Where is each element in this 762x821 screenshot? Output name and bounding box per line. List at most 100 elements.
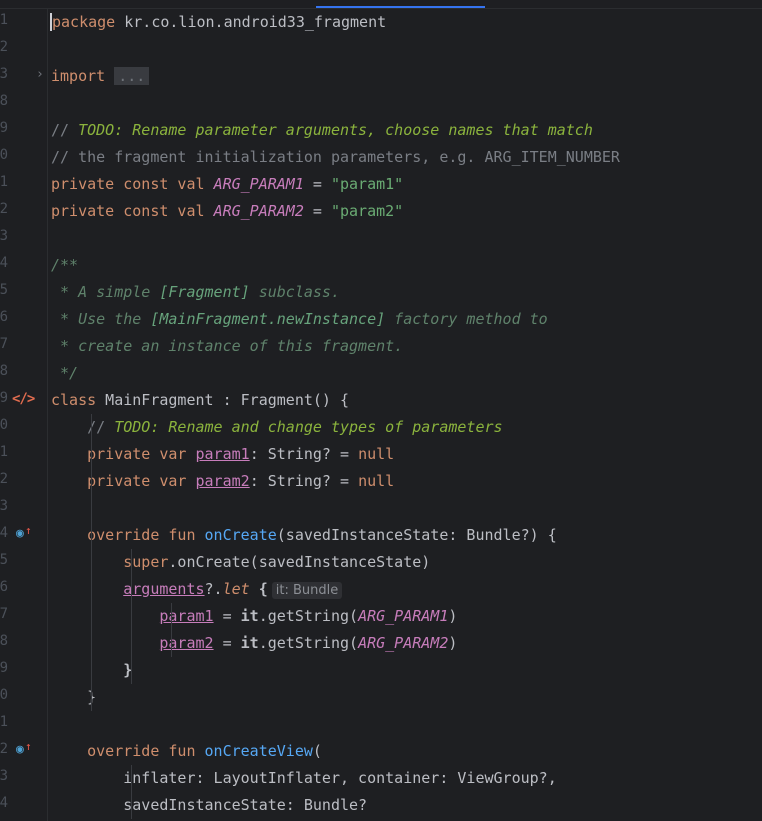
code-line[interactable]: 21 private var param1: String? = null (0, 441, 762, 468)
code-line[interactable]: 12 private const val ARG_PARAM2 = "param2… (0, 198, 762, 225)
code-line[interactable]: 29 } (0, 657, 762, 684)
code-line[interactable]: 31 (0, 711, 762, 738)
code-text[interactable]: param2 = it.getString(ARG_PARAM2) (51, 633, 457, 653)
line-number[interactable]: 28 (0, 633, 8, 649)
code-line[interactable]: 13 (0, 225, 762, 252)
line-number[interactable]: 26 (0, 579, 8, 595)
code-line[interactable]: 30 } (0, 684, 762, 711)
code-text[interactable]: override fun onCreate(savedInstanceState… (51, 525, 557, 545)
line-number[interactable]: 24 (0, 525, 8, 541)
code-line[interactable]: 3 › import ... (0, 63, 762, 90)
line-number[interactable]: 9 (0, 120, 8, 136)
line-number[interactable]: 8 (0, 93, 8, 109)
line-number[interactable]: 18 (0, 363, 8, 379)
line-number[interactable]: 3 (0, 66, 8, 82)
code-text[interactable]: private var param1: String? = null (51, 444, 394, 464)
line-number[interactable]: 21 (0, 444, 8, 460)
code-text[interactable]: package kr.co.lion.android33_fragment (50, 12, 386, 32)
code-line[interactable]: 28 param2 = it.getString(ARG_PARAM2) (0, 630, 762, 657)
code-token: "param2" (330, 202, 404, 220)
code-line[interactable]: 23 (0, 495, 762, 522)
code-text[interactable]: // the fragment initialization parameter… (51, 147, 620, 167)
line-number[interactable]: 25 (0, 552, 8, 568)
code-line[interactable]: 25 super.onCreate(savedInstanceState) (0, 549, 762, 576)
code-text[interactable]: * Use the [MainFragment.newInstance] fac… (51, 309, 548, 329)
code-line[interactable]: 2 (0, 36, 762, 63)
code-token: */ (51, 364, 79, 382)
line-number[interactable]: 2 (0, 39, 8, 55)
indent-guide (131, 765, 132, 819)
line-number[interactable]: 19 (0, 390, 8, 406)
line-number[interactable]: 11 (0, 174, 8, 190)
line-number[interactable]: 32 (0, 741, 8, 757)
code-editor[interactable]: 1 package kr.co.lion.android33_fragment 2 3… (0, 0, 762, 821)
code-text[interactable]: } (51, 687, 96, 707)
override-method-icon[interactable]: ◉ ↑ (16, 740, 34, 759)
code-text[interactable]: import ... (51, 66, 150, 86)
code-line[interactable]: 27 param1 = it.getString(ARG_PARAM1) (0, 603, 762, 630)
line-number[interactable]: 23 (0, 498, 8, 514)
code-text[interactable]: savedInstanceState: Bundle? (51, 795, 367, 815)
code-text[interactable]: super.onCreate(savedInstanceState) (51, 552, 430, 572)
code-line[interactable]: 20 // TODO: Rename and change types of p… (0, 414, 762, 441)
code-text[interactable]: inflater: LayoutInflater, container: Vie… (51, 768, 557, 788)
code-text[interactable]: /** (51, 255, 78, 275)
line-number[interactable]: 1 (0, 12, 8, 28)
line-number[interactable]: 10 (0, 147, 8, 163)
indent-guide (91, 414, 92, 711)
line-number[interactable]: 15 (0, 282, 8, 298)
code-line[interactable]: 15 * A simple [Fragment] subclass. (0, 279, 762, 306)
code-text[interactable]: param1 = it.getString(ARG_PARAM1) (51, 606, 457, 626)
line-number[interactable]: 16 (0, 309, 8, 325)
code-line[interactable]: 22 private var param2: String? = null (0, 468, 762, 495)
line-number[interactable]: 22 (0, 471, 8, 487)
code-line[interactable]: 11 private const val ARG_PARAM1 = "param1… (0, 171, 762, 198)
code-line[interactable]: 32 ◉↑ override fun onCreateView( (0, 738, 762, 765)
code-text[interactable]: private const val ARG_PARAM1 = "param1" (51, 174, 403, 194)
line-number[interactable]: 20 (0, 417, 8, 433)
code-line[interactable]: 19</> class MainFragment : Fragment() { (0, 387, 762, 414)
line-number[interactable]: 31 (0, 714, 8, 730)
code-line[interactable]: 9 // TODO: Rename parameter arguments, ch… (0, 117, 762, 144)
code-text[interactable]: */ (51, 363, 78, 383)
code-line[interactable]: 24 ◉↑ override fun onCreate(savedInstance… (0, 522, 762, 549)
folded-imports[interactable]: ... (114, 67, 150, 85)
line-number[interactable]: 33 (0, 768, 8, 784)
code-text[interactable]: class MainFragment : Fragment() { (51, 390, 349, 410)
code-line[interactable]: 18 */ (0, 360, 762, 387)
code-line[interactable]: 1 package kr.co.lion.android33_fragment (0, 9, 762, 36)
code-token: it (240, 634, 259, 652)
code-text[interactable]: * A simple [Fragment] subclass. (51, 282, 340, 302)
code-text[interactable]: override fun onCreateView( (51, 741, 322, 761)
line-number[interactable]: 17 (0, 336, 8, 352)
line-number[interactable]: 27 (0, 606, 8, 622)
code-line[interactable]: 16 * Use the [MainFragment.newInstance] … (0, 306, 762, 333)
line-number[interactable]: 13 (0, 228, 8, 244)
code-text[interactable]: private var param2: String? = null (51, 471, 394, 491)
code-line[interactable]: 8 (0, 90, 762, 117)
override-method-icon[interactable]: ◉ ↑ (16, 524, 34, 543)
code-line[interactable]: 14 /** (0, 252, 762, 279)
code-text[interactable]: // TODO: Rename parameter arguments, cho… (51, 120, 593, 140)
code-line[interactable]: 17 * create an instance of this fragment… (0, 333, 762, 360)
xml-layout-icon[interactable]: </> (12, 390, 35, 408)
line-number[interactable]: 14 (0, 255, 8, 271)
line-number[interactable]: 12 (0, 201, 8, 217)
code-line[interactable]: 10 // the fragment initialization paramet… (0, 144, 762, 171)
code-line[interactable]: 33 inflater: LayoutInflater, container: … (0, 765, 762, 792)
code-token: subclass. (249, 283, 340, 301)
code-line[interactable]: 26 arguments?.let {it: Bundle (0, 576, 762, 603)
code-text[interactable]: * create an instance of this fragment. (51, 336, 403, 356)
code-line[interactable]: 34 savedInstanceState: Bundle? (0, 792, 762, 819)
code-text[interactable]: arguments?.let {it: Bundle (51, 579, 343, 601)
code-text[interactable]: // TODO: Rename and change types of para… (51, 417, 502, 437)
code-text[interactable]: private const val ARG_PARAM2 = "param2" (51, 201, 403, 221)
line-number[interactable]: 30 (0, 687, 8, 703)
code-token: param1 (159, 607, 214, 625)
code-token: let (222, 580, 250, 598)
line-number[interactable]: 29 (0, 660, 8, 676)
line-number[interactable]: 34 (0, 795, 8, 811)
